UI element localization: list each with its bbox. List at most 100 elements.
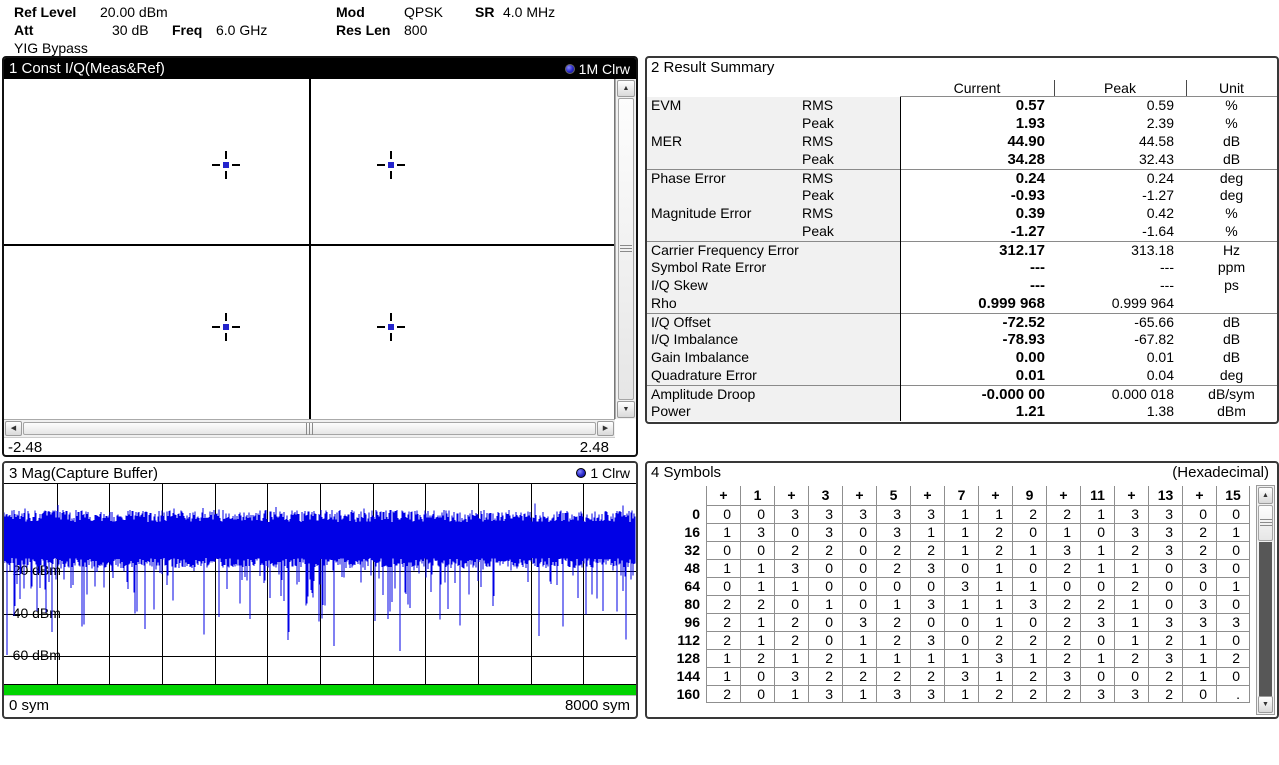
- result-unit: dB: [1186, 331, 1277, 349]
- freq-value[interactable]: 6.0 GHz: [216, 22, 267, 38]
- result-label: Carrier Frequency Error: [647, 242, 802, 259]
- att-value[interactable]: 30 dB: [112, 22, 149, 38]
- symbol-cell: 1: [978, 559, 1012, 577]
- symbols-scroll-track[interactable]: [1259, 542, 1272, 696]
- yig-bypass-status: YIG Bypass: [14, 40, 88, 56]
- scroll-down-icon[interactable]: ▼: [617, 401, 635, 418]
- scroll-up-icon[interactable]: ▲: [617, 80, 635, 97]
- scroll-down-icon[interactable]: ▼: [1258, 696, 1273, 713]
- symbol-cell: 0: [1114, 667, 1148, 685]
- scroll-up-icon[interactable]: ▲: [1258, 487, 1273, 504]
- symbol-cell: 2: [1012, 667, 1046, 685]
- symbol-cell: 0: [1182, 505, 1216, 523]
- crosshair-dash: [390, 171, 392, 179]
- symbol-cell: 1: [740, 613, 774, 631]
- symbol-cell: 2: [1148, 685, 1182, 703]
- result-row: Peak1.932.39%: [647, 115, 1277, 133]
- scroll-right-icon[interactable]: ▶: [597, 421, 614, 436]
- constellation-titlebar[interactable]: 1 Const I/Q(Meas&Ref) 1M Clrw: [4, 58, 636, 79]
- symbol-cell: 0: [808, 559, 842, 577]
- result-sublabel: RMS: [802, 170, 900, 187]
- symbol-cell: 2: [1182, 541, 1216, 559]
- constellation-title: 1 Const I/Q(Meas&Ref): [9, 60, 165, 77]
- symbol-cell: 0: [808, 631, 842, 649]
- result-summary-titlebar[interactable]: 2 Result Summary: [647, 58, 1277, 79]
- symbol-dot: [223, 324, 229, 330]
- thumb-grip: [1260, 519, 1272, 527]
- symbol-cell: 3: [842, 613, 876, 631]
- symbol-cell: 1: [740, 577, 774, 595]
- symbol-cell: 1: [944, 523, 978, 541]
- sr-value[interactable]: 4.0 MHz: [503, 4, 555, 20]
- result-row: Carrier Frequency Error312.17313.18Hz: [647, 241, 1277, 259]
- symbol-cell: 2: [842, 667, 876, 685]
- crosshair-dash: [212, 326, 220, 328]
- result-unit: %: [1186, 223, 1277, 241]
- symbols-column-header: +: [706, 486, 740, 505]
- crosshair-dash: [390, 313, 392, 321]
- symbol-cell: 2: [876, 613, 910, 631]
- symbols-column-header: 7: [944, 486, 978, 505]
- symbol-cell: 0: [1046, 577, 1080, 595]
- symbol-cell: 2: [774, 541, 808, 559]
- mag-capture-titlebar[interactable]: 3 Mag(Capture Buffer) 1 Clrw: [4, 463, 636, 484]
- symbols-column-header: 3: [808, 486, 842, 505]
- symbol-cell: 3: [910, 505, 944, 523]
- symbol-cell: 3: [944, 577, 978, 595]
- result-row: Symbol Rate Error------ppm: [647, 259, 1277, 277]
- constellation-vertical-scrollbar[interactable]: ▲ ▼: [615, 79, 636, 419]
- result-sublabel: [802, 259, 900, 277]
- symbols-scroll-thumb[interactable]: [1258, 505, 1273, 541]
- symbols-row: 320022022121312320: [650, 541, 1250, 559]
- vertical-scroll-thumb[interactable]: [618, 98, 634, 400]
- symbol-cell: 3: [808, 685, 842, 703]
- result-sublabel: Peak: [802, 151, 900, 169]
- result-peak-value: 0.42: [1054, 205, 1186, 223]
- symbols-titlebar[interactable]: 4 Symbols (Hexadecimal): [647, 463, 1277, 485]
- scroll-left-icon[interactable]: ◀: [5, 421, 22, 436]
- result-row: Phase ErrorRMS0.240.24deg: [647, 169, 1277, 187]
- symbol-cell: 2: [910, 541, 944, 559]
- symbol-cell: 3: [1148, 613, 1182, 631]
- result-current-value: -72.52: [900, 314, 1054, 331]
- result-sublabel: Peak: [802, 115, 900, 133]
- symbols-row-index: 112: [650, 631, 706, 649]
- symbol-cell: 3: [944, 667, 978, 685]
- res-len-value[interactable]: 800: [404, 22, 427, 38]
- result-peak-value: -67.82: [1054, 331, 1186, 349]
- result-row: Rho0.999 9680.999 964: [647, 295, 1277, 313]
- symbol-cell: 1: [1114, 559, 1148, 577]
- result-peak-value: -1.27: [1054, 187, 1186, 205]
- symbol-cell: 1: [1012, 577, 1046, 595]
- symbols-row: 1281212111131212312: [650, 649, 1250, 667]
- thumb-grip: [620, 245, 632, 253]
- result-sublabel: [802, 403, 900, 421]
- result-label: Power: [647, 403, 802, 421]
- ref-level-value[interactable]: 20.00 dBm: [100, 4, 168, 20]
- constellation-horizontal-scrollbar[interactable]: ◀ ▶: [4, 419, 615, 438]
- symbol-cell: 2: [1182, 523, 1216, 541]
- symbols-scrollbar[interactable]: ▲ ▼: [1256, 485, 1275, 715]
- mag-capture-title: 3 Mag(Capture Buffer): [9, 465, 158, 482]
- symbol-cell: 1: [1046, 523, 1080, 541]
- symbol-cell: 3: [1046, 667, 1080, 685]
- symbol-cell: 0: [910, 613, 944, 631]
- symbols-row-index: 0: [650, 505, 706, 523]
- symbol-cell: 0: [774, 595, 808, 613]
- result-unit: dBm: [1186, 403, 1277, 421]
- result-peak-value: -65.66: [1054, 314, 1186, 331]
- symbol-cell: 1: [1080, 559, 1114, 577]
- symbol-cell: 3: [1182, 613, 1216, 631]
- symbol-cell: 2: [1080, 595, 1114, 613]
- symbol-cell: 3: [740, 523, 774, 541]
- mod-value[interactable]: QPSK: [404, 4, 443, 20]
- result-unit: dB: [1186, 133, 1277, 151]
- result-sublabel: RMS: [802, 205, 900, 223]
- header-separator: [1186, 80, 1187, 96]
- horizontal-scroll-thumb[interactable]: [23, 422, 596, 435]
- symbol-cell: 1: [910, 649, 944, 667]
- result-current-value: -1.27: [900, 223, 1054, 241]
- constellation-plot: [4, 79, 615, 419]
- symbols-row: 802201013113221030: [650, 595, 1250, 613]
- symbol-cell: 2: [910, 667, 944, 685]
